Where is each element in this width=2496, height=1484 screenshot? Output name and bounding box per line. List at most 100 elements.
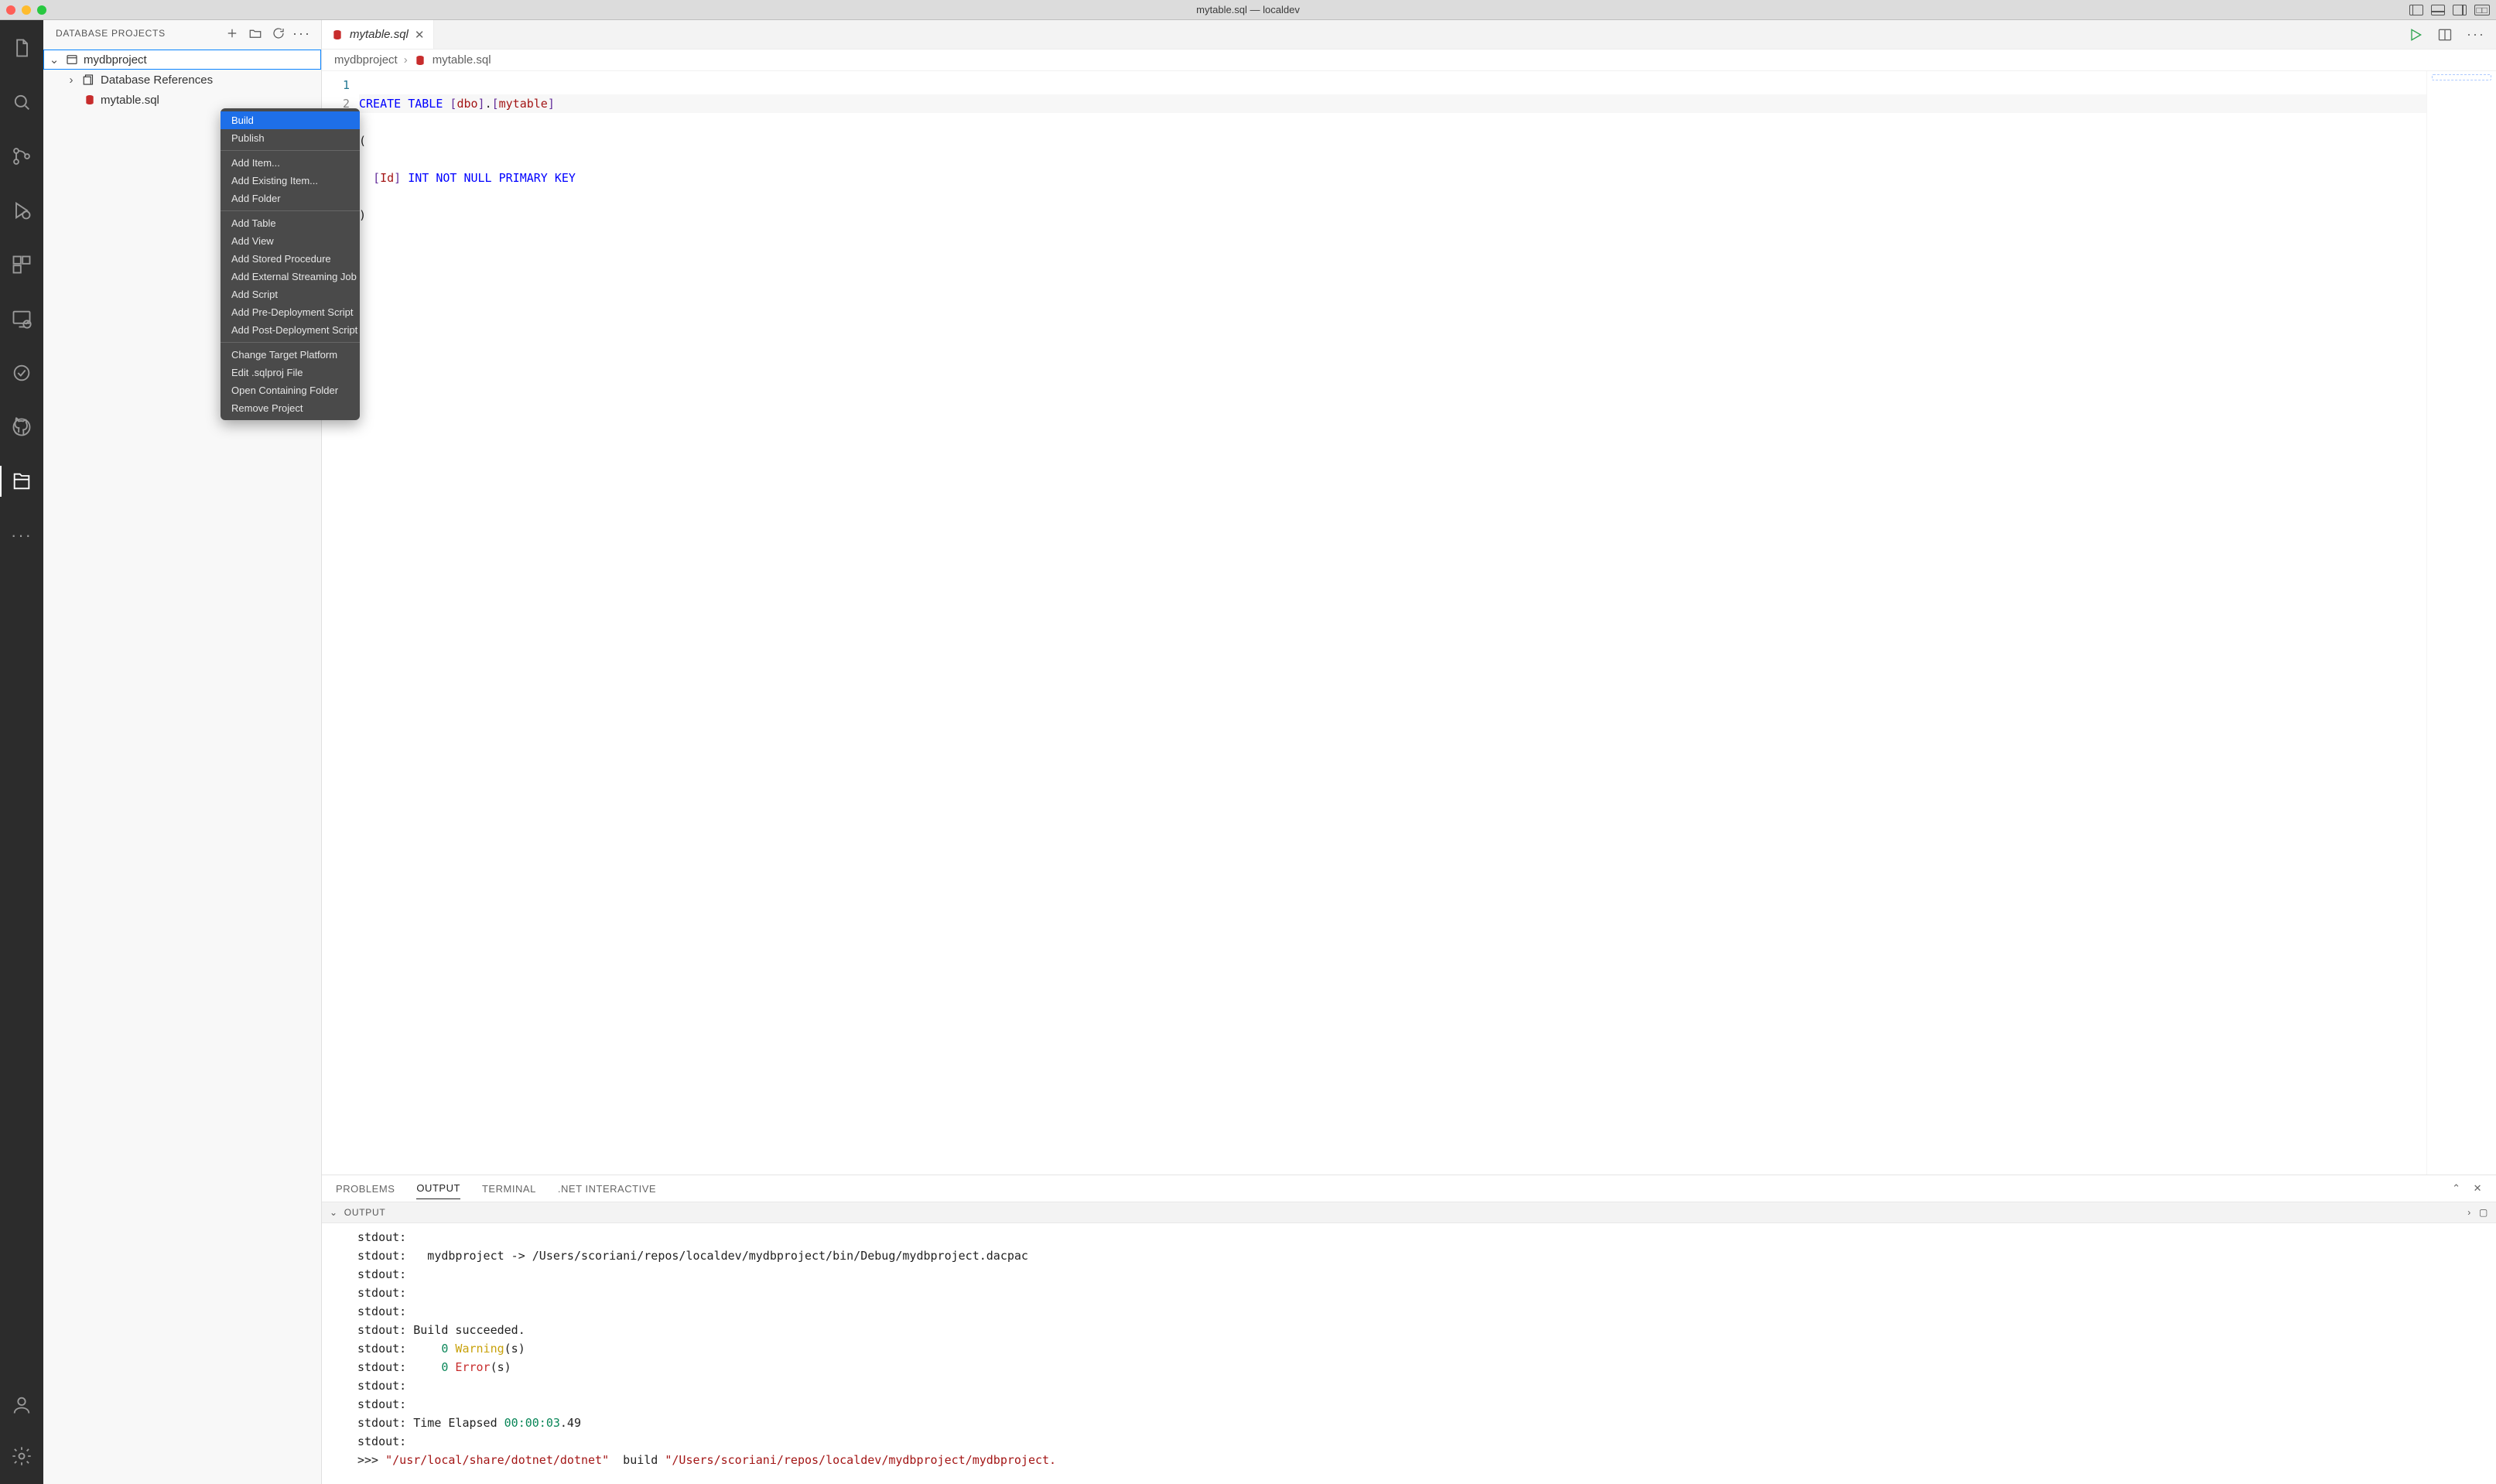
output-line: stdout: Build succeeded. bbox=[357, 1321, 2496, 1339]
tree-folder-label: Database References bbox=[101, 74, 213, 87]
testing-icon[interactable] bbox=[0, 356, 43, 390]
window-controls bbox=[6, 5, 46, 15]
ctx-add-sproc[interactable]: Add Stored Procedure bbox=[221, 250, 360, 268]
output-console[interactable]: stdout:stdout: mydbproject -> /Users/sco… bbox=[322, 1223, 2496, 1484]
ctx-build[interactable]: Build bbox=[221, 111, 360, 129]
titlebar: mytable.sql — localdev □□ bbox=[0, 0, 2496, 20]
panel-tab-terminal[interactable]: TERMINAL bbox=[482, 1178, 536, 1199]
split-editor-icon[interactable] bbox=[2437, 27, 2453, 43]
run-debug-icon[interactable] bbox=[0, 193, 43, 227]
output-line: stdout: mydbproject -> /Users/scoriani/r… bbox=[357, 1246, 2496, 1265]
accounts-icon[interactable] bbox=[0, 1388, 43, 1422]
output-line: >>> "/usr/local/share/dotnet/dotnet" bui… bbox=[357, 1451, 2496, 1469]
ctx-add-postdeploy[interactable]: Add Post-Deployment Script bbox=[221, 321, 360, 339]
tab-bar: mytable.sql ✕ ··· bbox=[322, 20, 2496, 50]
output-line: stdout: bbox=[357, 1228, 2496, 1246]
source-control-icon[interactable] bbox=[0, 139, 43, 173]
toggle-secondary-sidebar-icon[interactable] bbox=[2453, 5, 2467, 15]
close-window-icon[interactable] bbox=[6, 5, 15, 15]
sidebar-more-icon[interactable]: ··· bbox=[293, 26, 310, 40]
code-area[interactable]: CREATE TABLE [dbo].[mytable] ( [Id] INT … bbox=[359, 71, 2426, 1175]
titlebar-layout-controls: □□ bbox=[2409, 5, 2491, 15]
panel-tab-output[interactable]: OUTPUT bbox=[416, 1178, 460, 1199]
editor-group: mytable.sql ✕ ··· mydbproject › mytable.… bbox=[322, 20, 2496, 1484]
database-file-icon bbox=[84, 94, 96, 106]
ctx-change-target[interactable]: Change Target Platform bbox=[221, 346, 360, 364]
panel-tab-dotnet[interactable]: .NET INTERACTIVE bbox=[558, 1178, 656, 1199]
toggle-sidebar-icon[interactable] bbox=[2409, 5, 2423, 15]
editor[interactable]: 1 2 3 4 5 CREATE TABLE [dbo].[mytable] (… bbox=[322, 71, 2496, 1175]
panel-settings-icon[interactable]: ▢ bbox=[2479, 1207, 2488, 1218]
ctx-publish[interactable]: Publish bbox=[221, 129, 360, 147]
more-views-icon[interactable]: ··· bbox=[0, 518, 43, 552]
sidebar-title: DATABASE PROJECTS bbox=[56, 28, 217, 39]
ctx-add-table[interactable]: Add Table bbox=[221, 214, 360, 232]
ctx-remove[interactable]: Remove Project bbox=[221, 399, 360, 417]
github-icon[interactable] bbox=[0, 410, 43, 444]
panel-next-icon[interactable]: › bbox=[2467, 1207, 2471, 1218]
sql-project-icon bbox=[65, 53, 79, 67]
bottom-panel: PROBLEMS OUTPUT TERMINAL .NET INTERACTIV… bbox=[322, 1175, 2496, 1484]
tab-mytable[interactable]: mytable.sql ✕ bbox=[322, 20, 434, 49]
chevron-right-icon: › bbox=[65, 74, 77, 87]
tab-label: mytable.sql bbox=[350, 28, 409, 41]
panel-close-icon[interactable]: ✕ bbox=[2474, 1182, 2482, 1195]
panel-maximize-icon[interactable]: ⌃ bbox=[2452, 1182, 2460, 1195]
chevron-down-icon[interactable]: ⌄ bbox=[330, 1207, 338, 1218]
ctx-separator bbox=[221, 342, 360, 343]
breadcrumb-project[interactable]: mydbproject bbox=[334, 53, 398, 67]
output-line: stdout: 0 Error(s) bbox=[357, 1358, 2496, 1376]
ctx-add-existing-item[interactable]: Add Existing Item... bbox=[221, 172, 360, 190]
settings-gear-icon[interactable] bbox=[0, 1439, 43, 1473]
tree-project-label: mydbproject bbox=[84, 53, 147, 67]
breadcrumb-file[interactable]: mytable.sql bbox=[433, 53, 491, 67]
output-line: stdout: bbox=[357, 1395, 2496, 1414]
tree-file-label: mytable.sql bbox=[101, 94, 159, 107]
explorer-icon[interactable] bbox=[0, 31, 43, 65]
search-icon[interactable] bbox=[0, 85, 43, 119]
new-project-icon[interactable] bbox=[224, 26, 241, 40]
project-tree: ⌄ mydbproject › Database References myta… bbox=[43, 46, 321, 1484]
refresh-icon[interactable] bbox=[270, 26, 287, 40]
remote-explorer-icon[interactable] bbox=[0, 302, 43, 336]
extensions-icon[interactable] bbox=[0, 248, 43, 282]
ctx-add-predeploy[interactable]: Add Pre-Deployment Script bbox=[221, 303, 360, 321]
minimap[interactable] bbox=[2426, 71, 2496, 1175]
context-menu: Build Publish Add Item... Add Existing I… bbox=[221, 108, 360, 420]
ctx-separator bbox=[221, 150, 360, 151]
ctx-edit-sqlproj[interactable]: Edit .sqlproj File bbox=[221, 364, 360, 381]
run-query-icon[interactable] bbox=[2408, 27, 2423, 43]
breadcrumb[interactable]: mydbproject › mytable.sql bbox=[322, 50, 2496, 71]
sidebar-header: DATABASE PROJECTS ··· bbox=[43, 20, 321, 46]
panel-subheader: ⌄ OUTPUT › ▢ bbox=[322, 1202, 2496, 1223]
ctx-add-script[interactable]: Add Script bbox=[221, 286, 360, 303]
chevron-down-icon: ⌄ bbox=[48, 53, 60, 67]
database-file-icon bbox=[414, 54, 426, 67]
output-line: stdout: bbox=[357, 1265, 2496, 1284]
output-line: stdout: bbox=[357, 1432, 2496, 1451]
ctx-open-folder[interactable]: Open Containing Folder bbox=[221, 381, 360, 399]
tree-project-row[interactable]: ⌄ mydbproject bbox=[43, 50, 321, 70]
tree-folder-row[interactable]: › Database References bbox=[43, 70, 321, 90]
database-projects-icon[interactable] bbox=[0, 464, 43, 498]
window-title: mytable.sql — localdev bbox=[1196, 4, 1300, 15]
output-line: stdout: bbox=[357, 1376, 2496, 1395]
output-line: stdout: 0 Warning(s) bbox=[357, 1339, 2496, 1358]
ctx-add-folder[interactable]: Add Folder bbox=[221, 190, 360, 207]
ctx-add-view[interactable]: Add View bbox=[221, 232, 360, 250]
open-project-icon[interactable] bbox=[247, 26, 264, 40]
panel-sub-label: OUTPUT bbox=[344, 1207, 386, 1218]
minimize-window-icon[interactable] bbox=[22, 5, 31, 15]
ctx-add-streaming[interactable]: Add External Streaming Job bbox=[221, 268, 360, 286]
ctx-add-item[interactable]: Add Item... bbox=[221, 154, 360, 172]
panel-tab-problems[interactable]: PROBLEMS bbox=[336, 1178, 395, 1199]
ctx-separator bbox=[221, 210, 360, 211]
database-file-icon bbox=[331, 29, 344, 41]
tree-file-row[interactable]: mytable.sql bbox=[43, 90, 321, 110]
customize-layout-icon[interactable]: □□ bbox=[2474, 5, 2491, 15]
output-line: stdout: bbox=[357, 1302, 2496, 1321]
zoom-window-icon[interactable] bbox=[37, 5, 46, 15]
editor-more-icon[interactable]: ··· bbox=[2467, 26, 2485, 43]
toggle-panel-icon[interactable] bbox=[2431, 5, 2445, 15]
close-tab-icon[interactable]: ✕ bbox=[415, 28, 425, 42]
